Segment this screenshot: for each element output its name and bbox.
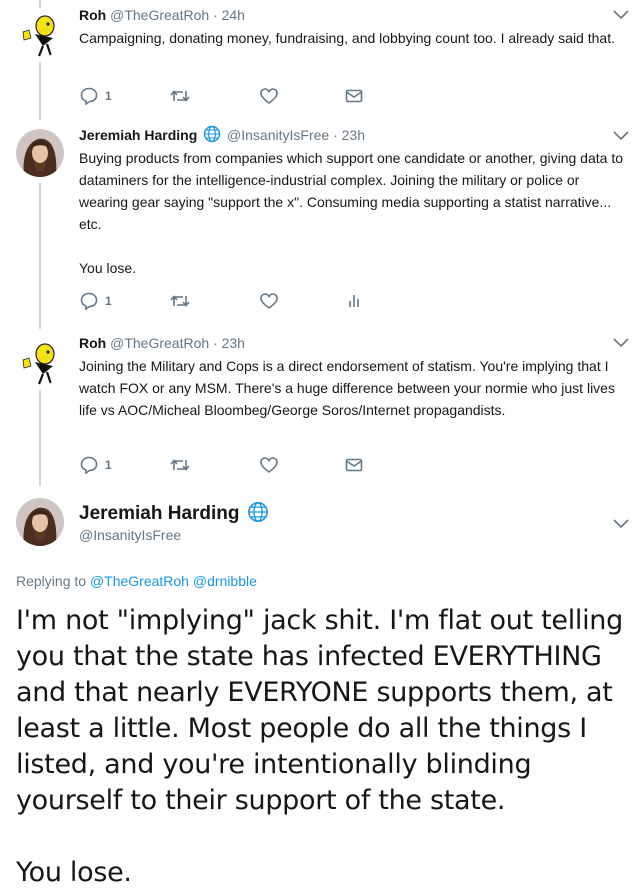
author-handle[interactable]: @TheGreatRoh [110, 335, 209, 351]
replying-to-label: Replying to [16, 573, 87, 589]
mention-link[interactable]: @drnibble [193, 573, 257, 589]
tweet-2[interactable]: Jeremiah Harding @InsanityIsFree · 23h B… [79, 125, 635, 279]
chevron-down-icon[interactable] [613, 10, 629, 20]
heart-icon [260, 293, 278, 310]
reply-icon [80, 456, 98, 475]
main-author-handle[interactable]: @InsanityIsFree [79, 527, 181, 543]
main-tweet-paragraph: You lose. [16, 857, 132, 888]
tweet-text: Campaigning, donating money, fundraising… [79, 27, 629, 49]
reply-icon [80, 292, 98, 311]
separator-dot: · [333, 127, 338, 143]
author-handle[interactable]: @TheGreatRoh [110, 7, 209, 23]
chevron-down-icon[interactable] [613, 131, 629, 141]
tweet-text: Buying products from companies which sup… [79, 147, 629, 279]
tweet-3[interactable]: Roh @TheGreatRoh · 23h Joining the Milit… [79, 334, 635, 421]
retweet-button[interactable] [169, 455, 191, 475]
author-name[interactable]: Roh [79, 7, 106, 23]
main-tweet-text: I'm not "implying" jack shit. I'm flat o… [16, 603, 631, 891]
separator-dot: · [213, 7, 218, 23]
reply-button[interactable]: 1 [79, 291, 112, 311]
avatar-jeremiah[interactable] [16, 129, 64, 177]
tweet-1[interactable]: Roh @TheGreatRoh · 24h Campaigning, dona… [79, 6, 635, 49]
like-button[interactable] [259, 455, 279, 475]
timestamp[interactable]: 24h [222, 7, 245, 23]
mail-icon [345, 89, 363, 103]
globe-icon [203, 125, 221, 143]
author-handle[interactable]: @InsanityIsFree [227, 127, 329, 143]
avatar-jeremiah[interactable] [16, 498, 64, 546]
avatar-roh[interactable] [15, 338, 63, 386]
tweet-paragraph: Campaigning, donating money, fundraising… [79, 30, 615, 46]
thread-line [39, 390, 41, 486]
reply-count: 1 [105, 294, 112, 308]
main-tweet-paragraph: I'm not "implying" jack shit. I'm flat o… [16, 605, 623, 816]
like-button[interactable] [259, 86, 279, 106]
heart-icon [260, 88, 278, 105]
globe-icon [247, 502, 268, 522]
heart-icon [260, 457, 278, 474]
reply-button[interactable]: 1 [79, 455, 112, 475]
main-author-name[interactable]: Jeremiah Harding [79, 501, 271, 525]
retweet-button[interactable] [169, 86, 191, 106]
direct-message-button[interactable] [344, 86, 364, 106]
tweet-text: Joining the Military and Cops is a direc… [79, 355, 629, 421]
avatar-roh[interactable] [15, 10, 63, 58]
chevron-down-icon[interactable] [613, 519, 629, 529]
tweet-paragraph: You lose. [79, 260, 137, 276]
reply-icon [80, 87, 98, 106]
replying-to: Replying to @TheGreatRoh @drnibble [16, 573, 257, 589]
reply-button[interactable]: 1 [79, 86, 112, 106]
direct-message-button[interactable] [344, 455, 364, 475]
timestamp[interactable]: 23h [342, 127, 365, 143]
retweet-icon [170, 459, 190, 471]
reply-count: 1 [105, 458, 112, 472]
timestamp[interactable]: 23h [222, 335, 245, 351]
thread-line [39, 183, 41, 329]
author-name[interactable]: Jeremiah Harding [79, 127, 197, 143]
separator-dot: · [213, 335, 218, 351]
mail-icon [345, 458, 363, 472]
thread-line [39, 62, 41, 120]
reply-count: 1 [105, 89, 112, 103]
like-button[interactable] [259, 291, 279, 311]
analytics-icon [349, 295, 359, 307]
analytics-button[interactable] [344, 291, 364, 311]
main-author-name-text[interactable]: Jeremiah Harding [79, 503, 240, 524]
author-name[interactable]: Roh [79, 335, 106, 351]
mention-link[interactable]: @TheGreatRoh [90, 573, 189, 589]
retweet-icon [170, 295, 190, 307]
thread-line [39, 0, 41, 8]
chevron-down-icon[interactable] [613, 338, 629, 348]
tweet-paragraph: Buying products from companies which sup… [79, 150, 623, 232]
retweet-button[interactable] [169, 291, 191, 311]
retweet-icon [170, 90, 190, 102]
tweet-paragraph: Joining the Military and Cops is a direc… [79, 358, 615, 418]
